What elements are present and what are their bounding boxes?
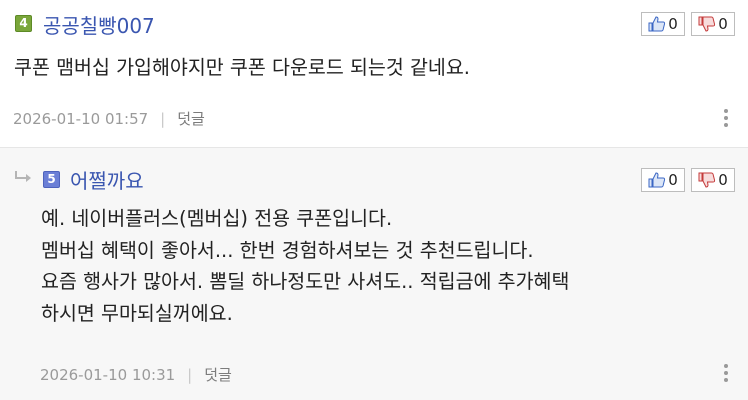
meta-separator: |	[187, 365, 193, 384]
comment-item: 4 공공칠빵007 0 0 쿠폰 맴버십 가입해야지만 쿠폰 다운로드 되는것 …	[0, 0, 748, 148]
reply-button[interactable]: 덧글	[177, 108, 205, 129]
like-count: 0	[668, 171, 678, 189]
comment-meta: 2026-01-10 01:57 | 덧글	[13, 108, 205, 129]
thumbs-up-icon	[648, 16, 666, 32]
reply-comment-item: 5 어쩔까요 0 0 예. 네이버플러스(멤버십) 전용 쿠폰입니다. 멤버십 …	[0, 148, 748, 400]
user-level-badge: 5	[43, 171, 60, 188]
user-level-badge: 4	[15, 15, 32, 32]
kebab-menu-icon	[724, 109, 728, 113]
like-count: 0	[668, 15, 678, 33]
thumbs-down-icon	[698, 172, 716, 188]
comment-date: 2026-01-10 01:57	[13, 109, 149, 128]
comment-body: 쿠폰 맴버십 가입해야지만 쿠폰 다운로드 되는것 같네요.	[14, 56, 471, 79]
reply-button[interactable]: 덧글	[204, 364, 232, 385]
more-options-button[interactable]	[723, 364, 729, 382]
dislike-count: 0	[718, 171, 728, 189]
like-button[interactable]: 0	[641, 12, 685, 36]
meta-separator: |	[160, 109, 166, 128]
dislike-button[interactable]: 0	[691, 12, 735, 36]
reply-arrow-icon	[15, 171, 31, 182]
kebab-menu-icon	[724, 364, 728, 368]
comment-date: 2026-01-10 10:31	[40, 365, 176, 384]
dislike-button[interactable]: 0	[691, 168, 735, 192]
more-options-button[interactable]	[723, 109, 729, 127]
comment-body: 예. 네이버플러스(멤버십) 전용 쿠폰입니다. 멤버십 혜택이 좋아서... …	[41, 207, 570, 325]
comment-meta: 2026-01-10 10:31 | 덧글	[40, 364, 232, 385]
comment-author[interactable]: 공공칠빵007	[43, 10, 155, 39]
like-button[interactable]: 0	[641, 168, 685, 192]
thumbs-up-icon	[648, 172, 666, 188]
dislike-count: 0	[718, 15, 728, 33]
comment-author[interactable]: 어쩔까요	[70, 165, 144, 194]
thumbs-down-icon	[698, 16, 716, 32]
